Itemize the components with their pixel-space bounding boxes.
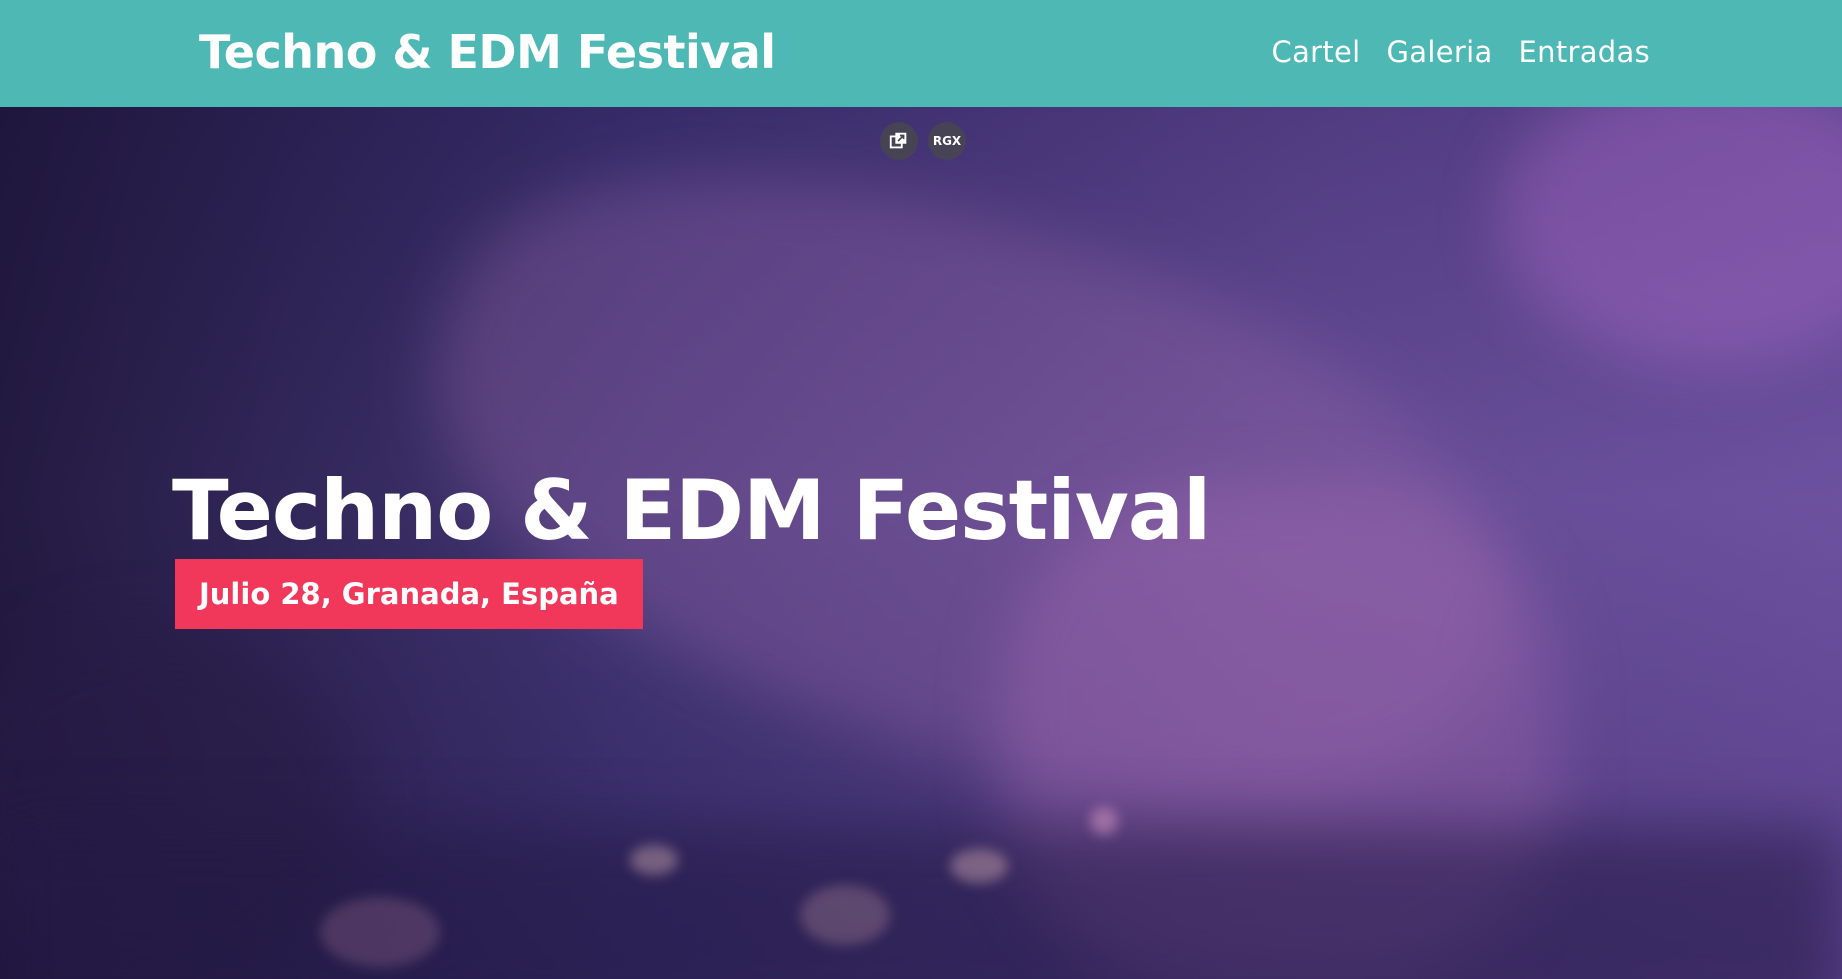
bokeh-light <box>320 897 440 967</box>
bokeh-light <box>950 849 1008 883</box>
event-date-badge: Julio 28, Granada, España <box>175 559 643 629</box>
hero-section: RGX Techno & EDM Festival Julio 28, Gran… <box>0 107 1842 979</box>
hero-background-mixer <box>0 827 1842 979</box>
hero-title: Techno & EDM Festival <box>172 462 1211 559</box>
site-logo[interactable]: Techno & EDM Festival <box>199 24 776 80</box>
nav-link-cartel[interactable]: Cartel <box>1272 32 1361 72</box>
main-nav: Cartel Galeria Entradas <box>1272 32 1650 72</box>
open-external-button[interactable] <box>880 122 918 160</box>
rgx-button[interactable]: RGX <box>928 122 966 160</box>
bokeh-light <box>630 845 678 875</box>
image-overlay-toolbar: RGX <box>880 122 966 160</box>
nav-link-galeria[interactable]: Galeria <box>1387 32 1493 72</box>
site-header: Techno & EDM Festival Cartel Galeria Ent… <box>0 0 1842 107</box>
nav-link-entradas[interactable]: Entradas <box>1519 32 1650 72</box>
hero-background-light <box>1500 107 1842 367</box>
external-window-icon <box>889 132 907 149</box>
bokeh-light <box>1090 807 1118 835</box>
page: Techno & EDM Festival Cartel Galeria Ent… <box>0 0 1842 979</box>
bokeh-light <box>800 885 890 945</box>
